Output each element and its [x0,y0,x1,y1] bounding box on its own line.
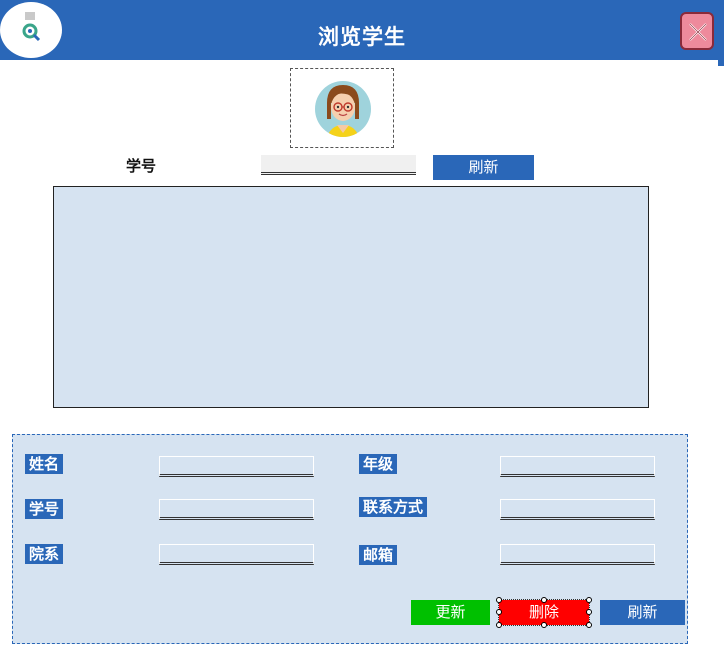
email-label: 邮箱 [359,545,398,565]
student-photo [290,68,394,148]
department-label: 院系 [25,544,64,564]
resize-handle[interactable] [586,597,592,603]
resize-handle[interactable] [586,622,592,628]
grade-label: 年级 [359,454,398,474]
student-avatar-icon [315,81,371,137]
update-button[interactable]: 更新 [411,600,490,625]
email-field[interactable] [500,544,655,565]
student-list[interactable] [53,186,649,408]
name-label: 姓名 [25,454,64,474]
resize-handle[interactable] [541,622,547,628]
resize-handle[interactable] [496,609,502,615]
resize-handle[interactable] [496,597,502,603]
resize-handle[interactable] [586,609,592,615]
resize-handle[interactable] [541,597,547,603]
contact-label: 联系方式 [359,497,428,517]
student-id-field[interactable] [159,499,314,520]
title-bar: 浏览学生 [0,0,724,60]
search-refresh-button[interactable]: 刷新 [433,155,534,180]
close-button[interactable] [680,12,714,50]
student-id-search-input[interactable] [261,155,416,175]
detail-refresh-button[interactable]: 刷新 [600,600,685,625]
title-bar-edge [718,60,724,66]
name-field[interactable] [159,456,314,477]
resize-handle[interactable] [496,622,502,628]
close-icon [689,23,707,41]
department-field[interactable] [159,544,314,565]
student-id-label: 学号 [25,499,64,519]
contact-field[interactable] [500,499,655,520]
student-id-search-label: 学号 [126,157,157,175]
grade-field[interactable] [500,456,655,477]
window-title: 浏览学生 [318,24,406,49]
